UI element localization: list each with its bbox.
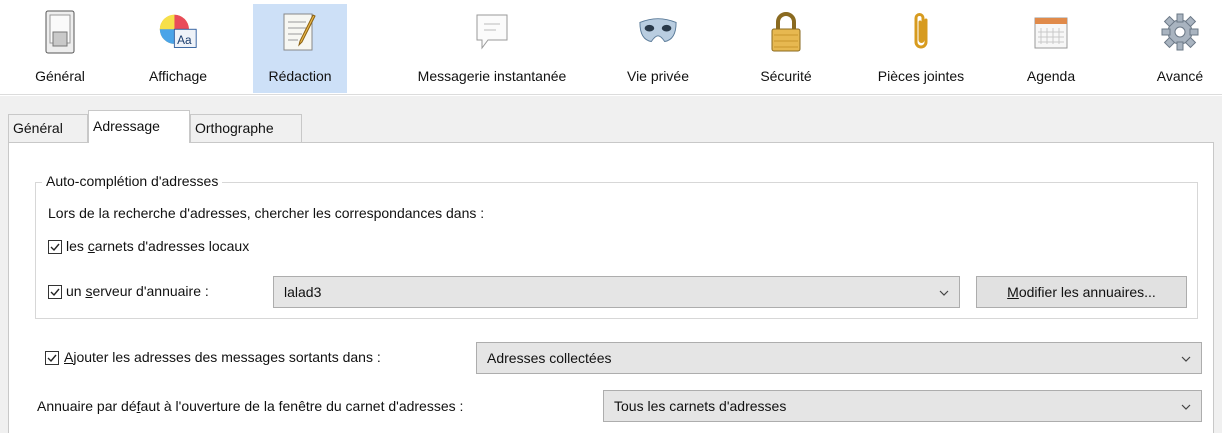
checkmark-icon <box>50 288 60 297</box>
toolbar-privacy-label: Vie privée <box>626 68 689 84</box>
local-label-accesskey: c <box>87 238 95 254</box>
collect-outgoing-text: jouter les adresses des messages sortant… <box>73 349 381 365</box>
directory-server-value: lalad3 <box>284 284 322 300</box>
server-label-post: erveur d'annuaire : <box>92 283 209 299</box>
svg-text:Aa: Aa <box>177 33 192 47</box>
chat-icon <box>472 10 512 54</box>
modify-directories-button[interactable]: Modifier les annuaires... <box>976 276 1187 308</box>
autocomplete-group-title: Auto-complétion d'adresses <box>42 173 223 189</box>
toolbar-composition-button[interactable]: Rédaction <box>253 4 347 93</box>
toolbar-attachments-label: Pièces jointes <box>877 68 965 84</box>
toolbar-display-label: Affichage <box>148 68 208 84</box>
toolbar-general-button[interactable]: Général <box>28 4 92 93</box>
checkmark-icon <box>50 243 60 252</box>
checkmark-icon <box>47 354 57 363</box>
calendar-icon <box>1031 10 1071 54</box>
composition-icon <box>280 10 320 54</box>
server-label-pre: un <box>66 283 86 299</box>
tab-spelling[interactable]: Orthographe <box>190 114 302 142</box>
local-addressbooks-label[interactable]: les carnets d'adresses locaux <box>66 238 249 254</box>
default-book-label-pre: Annuaire par dé <box>37 398 137 414</box>
local-addressbooks-checkbox[interactable] <box>48 240 62 254</box>
toolbar-calendar-button[interactable]: Agenda <box>1014 4 1088 93</box>
attachment-clip-icon <box>901 10 941 54</box>
collect-outgoing-label[interactable]: Ajouter les adresses des messages sortan… <box>64 349 381 365</box>
toolbar-advanced-label: Avancé <box>1156 68 1204 84</box>
autocomplete-description: Lors de la recherche d'adresses, cherche… <box>48 205 485 221</box>
default-book-label-post: aut à l'ouverture de la fenêtre du carne… <box>140 398 464 414</box>
toolbar-privacy-button[interactable]: Vie privée <box>616 4 700 93</box>
collect-outgoing-checkbox[interactable] <box>45 351 59 365</box>
toolbar-display-button[interactable]: Aa Affichage <box>140 4 216 93</box>
directory-server-label[interactable]: un serveur d'annuaire : <box>66 283 209 299</box>
toolbar-attachments-button[interactable]: Pièces jointes <box>857 4 985 93</box>
directory-server-checkbox[interactable] <box>48 285 62 299</box>
tab-general-label: Général <box>13 120 63 136</box>
collected-addresses-value: Adresses collectées <box>487 350 612 366</box>
security-lock-icon <box>766 10 806 54</box>
default-addressbook-label: Annuaire par défaut à l'ouverture de la … <box>37 398 463 414</box>
tab-addressing[interactable]: Adressage <box>88 110 190 143</box>
collect-outgoing-accesskey: A <box>64 349 74 365</box>
toolbar-chat-button[interactable]: Messagerie instantanée <box>392 4 592 93</box>
directory-server-select[interactable]: lalad3 <box>273 276 960 308</box>
toolbar-general-label: Général <box>35 68 85 84</box>
collected-addresses-select[interactable]: Adresses collectées <box>476 342 1202 374</box>
modify-button-accesskey: M <box>1007 284 1019 300</box>
modify-button-label: odifier les annuaires... <box>1018 284 1156 300</box>
toolbar-security-label: Sécurité <box>760 68 812 84</box>
local-label-pre: les <box>66 238 88 254</box>
preferences-toolbar: Général Aa Affichage Rédaction Messageri… <box>0 0 1222 95</box>
default-addressbook-select[interactable]: Tous les carnets d'adresses <box>603 390 1202 422</box>
tab-addressing-label: Adressage <box>93 118 160 134</box>
toolbar-advanced-button[interactable]: Avancé <box>1140 4 1220 93</box>
toolbar-security-button[interactable]: Sécurité <box>746 4 826 93</box>
toolbar-calendar-label: Agenda <box>1026 68 1076 84</box>
default-addressbook-value: Tous les carnets d'adresses <box>614 398 787 414</box>
chevron-down-icon <box>1181 404 1191 410</box>
tab-general[interactable]: Général <box>8 114 88 142</box>
tab-spelling-label: Orthographe <box>195 120 274 136</box>
advanced-gear-icon <box>1160 10 1200 54</box>
chevron-down-icon <box>1181 356 1191 362</box>
toolbar-composition-label: Rédaction <box>268 68 332 84</box>
toolbar-chat-label: Messagerie instantanée <box>417 68 567 84</box>
chevron-down-icon <box>939 290 949 296</box>
local-label-post: arnets d'adresses locaux <box>94 238 250 254</box>
general-icon <box>40 10 80 54</box>
privacy-mask-icon <box>638 10 678 54</box>
display-icon: Aa <box>158 10 198 54</box>
